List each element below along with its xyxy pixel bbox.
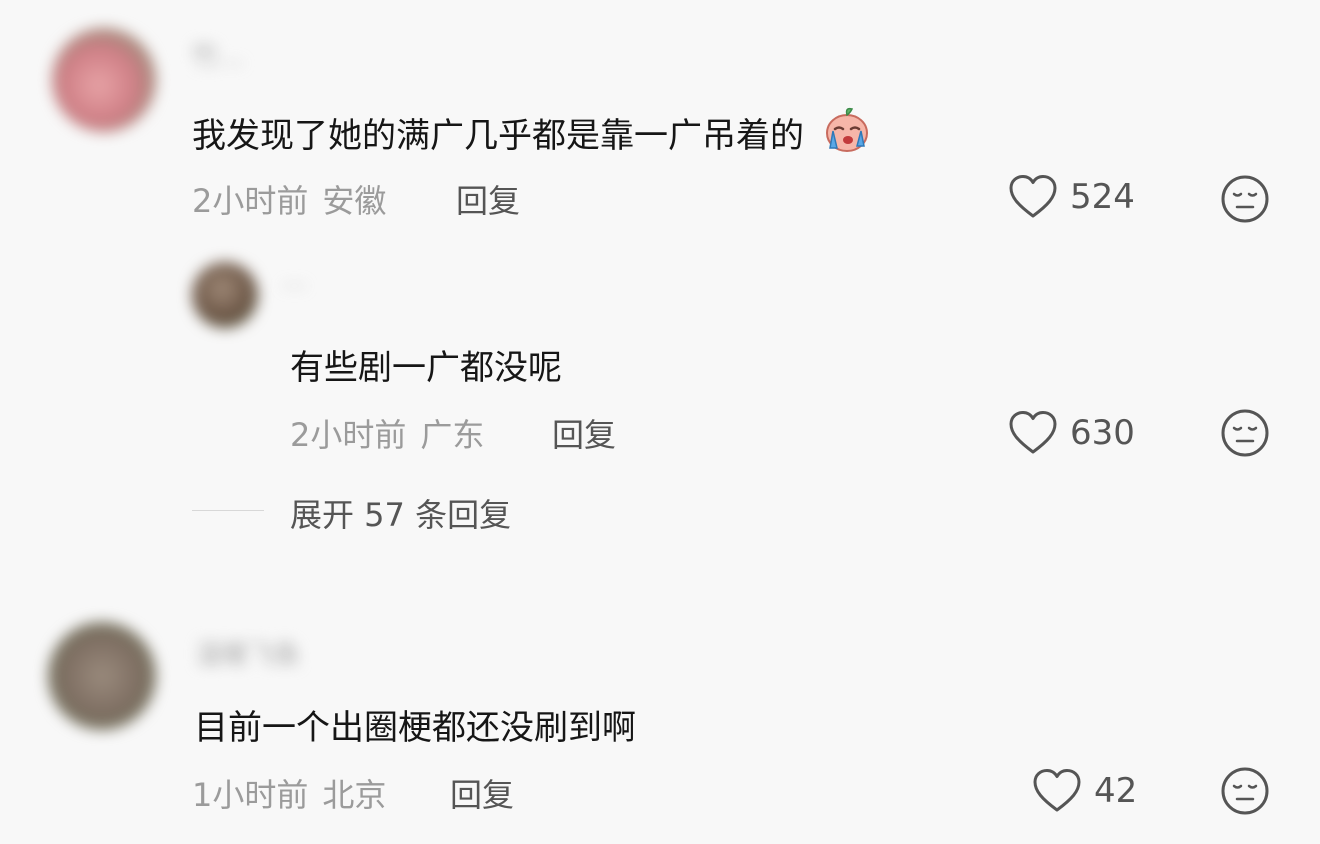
username[interactable]: 温暖飞鱼: [196, 634, 300, 671]
comment-location: 广东: [420, 416, 485, 454]
comment-time: 2小时前: [290, 416, 407, 454]
reply-button[interactable]: 回复: [552, 410, 616, 456]
like-button[interactable]: 524: [1008, 174, 1135, 220]
comment-location: 北京: [322, 776, 387, 814]
like-count: 42: [1094, 771, 1138, 811]
comment-text: 目前一个出圈梗都还没刷到啊: [194, 708, 636, 748]
expand-divider: [192, 510, 264, 511]
comment-meta: 1小时前 北京: [192, 770, 386, 816]
username[interactable]: 竹…: [192, 36, 244, 73]
avatar[interactable]: [52, 28, 156, 132]
comment-text-body: 我发现了她的满广几乎都是靠一广吊着的: [192, 116, 804, 156]
like-button[interactable]: 630: [1008, 410, 1135, 456]
heart-icon: [1009, 411, 1057, 454]
comment-meta: 2小时前 安徽: [192, 176, 386, 222]
comment-text: 有些剧一广都没呢: [290, 348, 562, 388]
reply-button[interactable]: 回复: [450, 770, 514, 816]
reply-button[interactable]: 回复: [456, 176, 520, 222]
comment-time: 2小时前: [192, 182, 309, 220]
expressionless-face-icon: [1221, 767, 1269, 815]
expand-replies-button[interactable]: 展开 57 条回复: [290, 490, 511, 536]
expressionless-face-icon: [1221, 175, 1269, 223]
expressionless-face-icon: [1221, 409, 1269, 457]
dislike-button[interactable]: [1220, 408, 1270, 462]
avatar[interactable]: [48, 622, 156, 730]
like-button[interactable]: 42: [1032, 768, 1137, 814]
dislike-button[interactable]: [1220, 766, 1270, 820]
comment-time: 1小时前: [192, 776, 309, 814]
like-count: 630: [1070, 413, 1135, 453]
like-count: 524: [1070, 177, 1135, 217]
comment-meta: 2小时前 广东: [290, 410, 484, 456]
crying-face-emoji-icon: [821, 104, 871, 163]
avatar[interactable]: [192, 262, 258, 328]
comment-text: 我发现了她的满广几乎都是靠一广吊着的: [192, 107, 871, 163]
comment-location: 安徽: [322, 182, 387, 220]
heart-icon: [1033, 769, 1081, 812]
heart-icon: [1009, 175, 1057, 218]
dislike-button[interactable]: [1220, 174, 1270, 228]
username[interactable]: ···: [282, 272, 307, 302]
